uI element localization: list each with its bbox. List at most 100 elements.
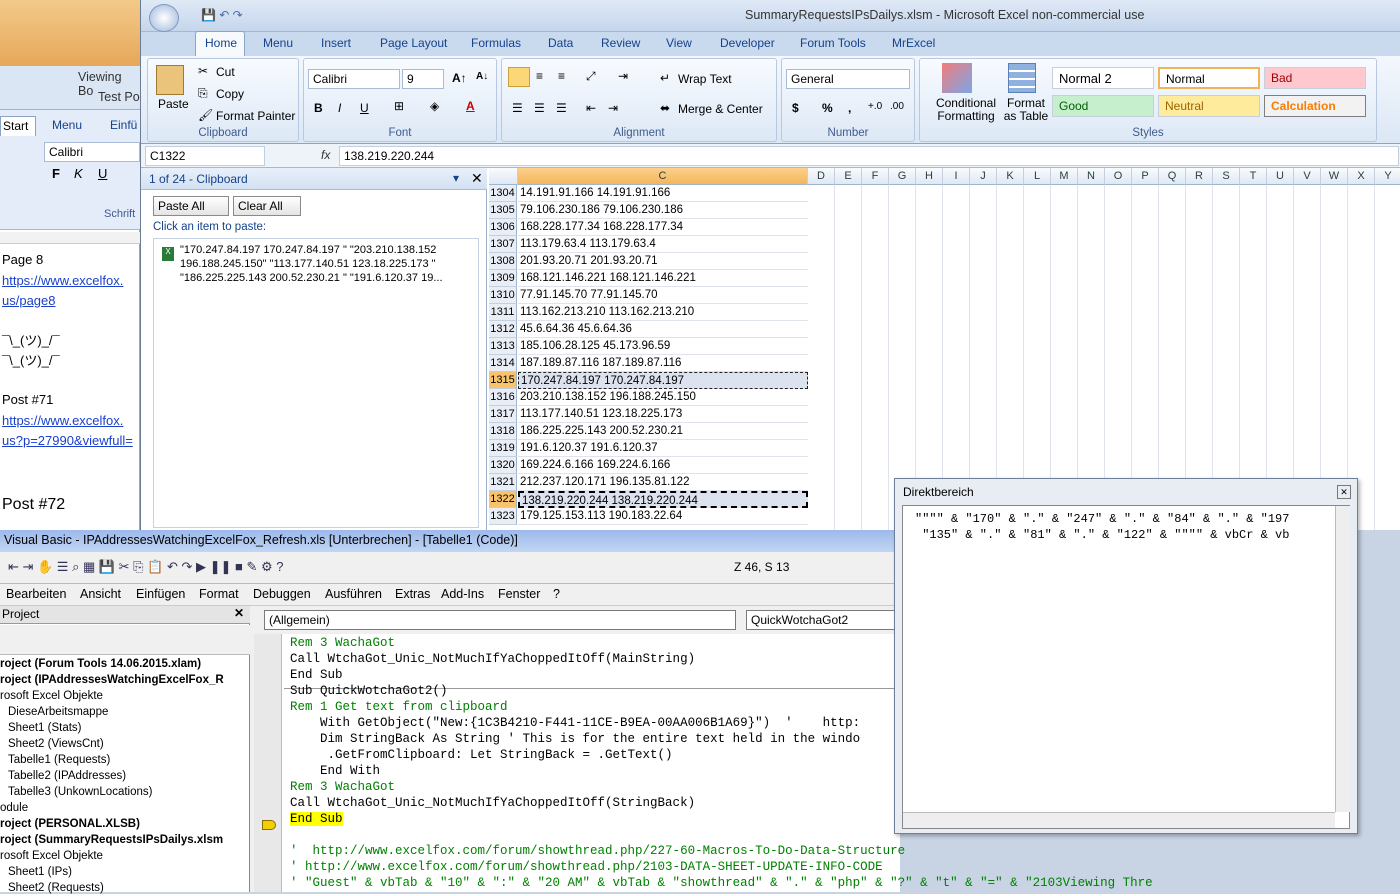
cell-c1319[interactable]: 191.6.120.37 191.6.120.37: [518, 440, 808, 457]
menu-ansicht[interactable]: Ansicht: [80, 587, 121, 601]
cell-c1310[interactable]: 77.91.145.70 77.91.145.70: [518, 287, 808, 304]
close-immediate-icon[interactable]: ✕: [1337, 485, 1351, 499]
worksheet-grid[interactable]: C D E F G H I J K L M N O P Q R S T U V W X Y 1304 14.191.91.166…: [489, 168, 1400, 530]
decrease-indent-icon[interactable]: ⇤: [586, 101, 596, 115]
procedure-combo[interactable]: QuickWotchaGot2: [746, 610, 900, 630]
project-tree-item[interactable]: odule: [0, 802, 28, 814]
cell-c1313[interactable]: 185.106.28.125 45.173.96.59: [518, 338, 808, 355]
project-tree-item[interactable]: Sheet1 (Stats): [8, 722, 82, 734]
italic-button[interactable]: I: [338, 101, 341, 115]
cell-c1306[interactable]: 168.228.177.34 168.228.177.34: [518, 219, 808, 236]
cell-c1309[interactable]: 168.121.146.221 168.121.146.221: [518, 270, 808, 287]
tab-data[interactable]: Data: [548, 36, 573, 50]
wrap-text-button[interactable]: Wrap Text: [678, 72, 732, 86]
percent-button[interactable]: %: [822, 101, 833, 115]
word-font-combo[interactable]: Calibri: [44, 142, 140, 162]
clipboard-item[interactable]: "170.247.84.197 170.247.84.197 " "203.21…: [180, 243, 476, 285]
word-bold-button[interactable]: F: [52, 166, 60, 181]
shrink-font-button[interactable]: A↓: [476, 71, 488, 82]
project-tree-item[interactable]: Tabelle3 (UnkownLocations): [8, 786, 152, 798]
style-bad[interactable]: Bad: [1264, 67, 1366, 89]
font-size-combo[interactable]: 9: [402, 69, 444, 89]
immediate-hscroll[interactable]: [903, 812, 1335, 828]
vbe-toolbar-icons[interactable]: ⇤ ⇥ ✋ ☰ ⌕ ▦ 💾 ✂ ⎘ 📋 ↶ ↷ ▶ ❚❚ ■ ✎ ⚙ ?: [8, 559, 283, 575]
office-button[interactable]: [149, 4, 179, 32]
comma-button[interactable]: ,: [848, 101, 851, 115]
column-header-t[interactable]: T: [1240, 168, 1267, 185]
project-tree-item[interactable]: Sheet2 (Requests): [8, 882, 104, 894]
menu-fenster[interactable]: Fenster: [498, 587, 540, 601]
column-header-y[interactable]: Y: [1375, 168, 1400, 185]
cell-c1316[interactable]: 203.210.138.152 196.188.245.150: [518, 389, 808, 406]
column-header-n[interactable]: N: [1078, 168, 1105, 185]
style-normal2[interactable]: Normal 2: [1052, 67, 1154, 89]
currency-button[interactable]: $: [792, 101, 799, 115]
align-middle-icon[interactable]: ≡: [536, 69, 543, 83]
copy-button[interactable]: Copy: [216, 87, 244, 101]
cell-c1305[interactable]: 79.106.230.186 79.106.230.186: [518, 202, 808, 219]
indent-icon[interactable]: ⇥: [618, 69, 628, 83]
format-painter-button[interactable]: Format Painter: [216, 109, 295, 123]
row-header[interactable]: 1305: [489, 202, 517, 219]
row-header[interactable]: 1306: [489, 219, 517, 236]
row-header[interactable]: 1304: [489, 185, 517, 202]
style-calculation[interactable]: Calculation: [1264, 95, 1366, 117]
project-tree-item[interactable]: Sheet2 (ViewsCnt): [8, 738, 104, 750]
formula-input[interactable]: 138.219.220.244: [339, 146, 1399, 166]
column-header-k[interactable]: K: [997, 168, 1024, 185]
immediate-vscroll[interactable]: [1335, 506, 1350, 812]
column-header-r[interactable]: R: [1186, 168, 1213, 185]
row-header[interactable]: 1323: [489, 508, 517, 525]
cell-c1321[interactable]: 212.237.120.171 196.135.81.122: [518, 474, 808, 491]
name-box[interactable]: C1322: [145, 146, 265, 166]
word-italic-button[interactable]: K: [74, 166, 83, 181]
row-header[interactable]: 1322: [489, 491, 517, 508]
cell-c1308[interactable]: 201.93.20.71 201.93.20.71: [518, 253, 808, 270]
tab-menu[interactable]: Menu: [263, 36, 293, 50]
style-neutral[interactable]: Neutral: [1158, 95, 1260, 117]
cell-c1314[interactable]: 187.189.87.116 187.189.87.116: [518, 355, 808, 372]
close-project-icon[interactable]: ✕: [234, 606, 244, 620]
row-header[interactable]: 1321: [489, 474, 517, 491]
align-center-icon[interactable]: ☰: [534, 101, 545, 115]
tab-developer[interactable]: Developer: [720, 36, 775, 50]
column-header-d[interactable]: D: [808, 168, 835, 185]
underline-button[interactable]: U: [360, 101, 369, 115]
column-header-f[interactable]: F: [862, 168, 889, 185]
code-margin[interactable]: [254, 634, 282, 892]
link-page8-a[interactable]: https://www.excelfox.: [2, 273, 123, 288]
column-header-c[interactable]: C: [518, 168, 808, 185]
row-header[interactable]: 1319: [489, 440, 517, 457]
cell-c1318[interactable]: 186.225.225.143 200.52.230.21: [518, 423, 808, 440]
column-header-p[interactable]: P: [1132, 168, 1159, 185]
column-header-q[interactable]: Q: [1159, 168, 1186, 185]
cell-c1322[interactable]: 138.219.220.244 138.219.220.244: [518, 491, 808, 508]
column-header-i[interactable]: I: [943, 168, 970, 185]
tab-page-layout[interactable]: Page Layout: [380, 36, 447, 50]
tab-review[interactable]: Review: [601, 36, 640, 50]
column-header-h[interactable]: H: [916, 168, 943, 185]
row-header[interactable]: 1313: [489, 338, 517, 355]
project-tree-item[interactable]: Tabelle2 (IPAddresses): [8, 770, 126, 782]
link-post71-b[interactable]: us?p=27990&viewfull=: [2, 433, 133, 448]
column-header-e[interactable]: E: [835, 168, 862, 185]
tab-insert[interactable]: Insert: [321, 36, 351, 50]
cell-c1312[interactable]: 45.6.64.36 45.6.64.36: [518, 321, 808, 338]
menu-einfuegen[interactable]: Einfügen: [136, 587, 185, 601]
select-all-corner[interactable]: [489, 168, 518, 185]
code-window[interactable]: Rem 3 WachaGot Call WtchaGot_Unic_NotMuch…: [254, 634, 1153, 892]
row-header[interactable]: 1308: [489, 253, 517, 270]
row-header[interactable]: 1310: [489, 287, 517, 304]
row-header[interactable]: 1312: [489, 321, 517, 338]
row-header[interactable]: 1307: [489, 236, 517, 253]
row-header[interactable]: 1311: [489, 304, 517, 321]
row-header[interactable]: 1318: [489, 423, 517, 440]
tab-mrexcel[interactable]: MrExcel: [892, 36, 935, 50]
cell-c1311[interactable]: 113.162.213.210 113.162.213.210: [518, 304, 808, 321]
cell-c1323[interactable]: 179.125.153.113 190.183.22.64: [518, 508, 808, 525]
word-tab-start[interactable]: Start: [0, 116, 36, 136]
cell-c1317[interactable]: 113.177.140.51 123.18.225.173: [518, 406, 808, 423]
project-tree-item[interactable]: roject (Forum Tools 14.06.2015.xlam): [0, 658, 201, 670]
fill-color-icon[interactable]: ◈: [430, 99, 439, 113]
column-header-u[interactable]: U: [1267, 168, 1294, 185]
